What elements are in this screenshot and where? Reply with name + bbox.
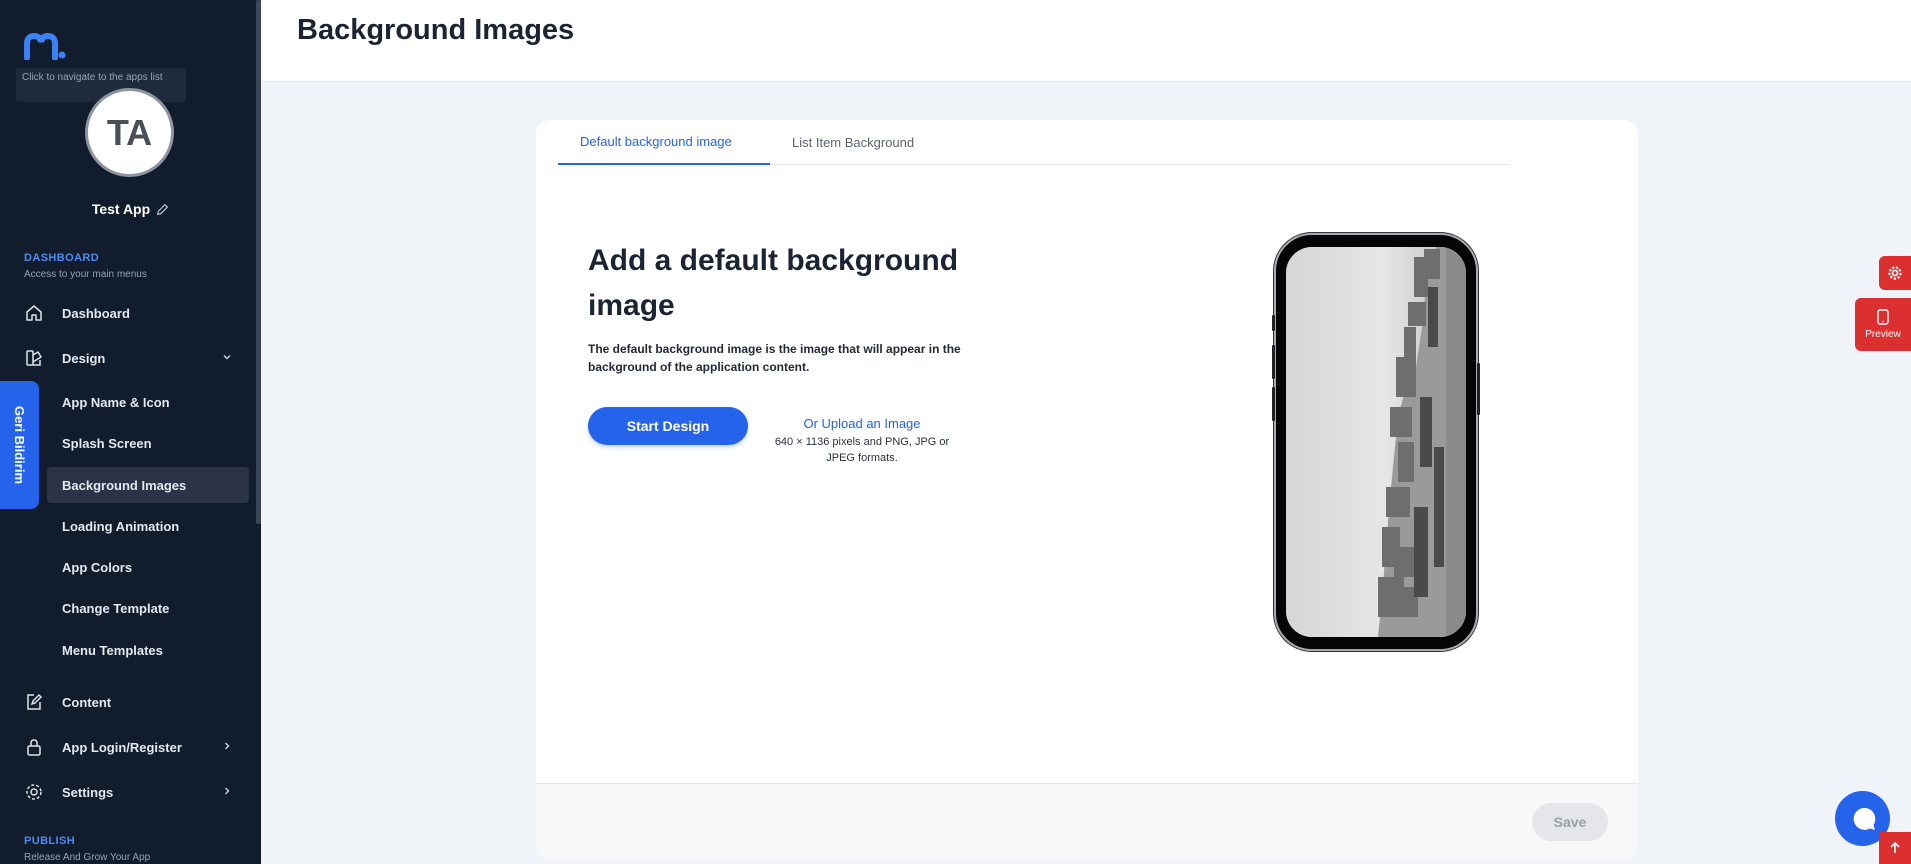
app-name-row[interactable]: Test App (0, 201, 261, 217)
tab-default-background[interactable]: Default background image (558, 120, 770, 165)
upload-block: Or Upload an Image 640 × 1136 pixels and… (772, 416, 952, 466)
feedback-label: Geri Bildirim (12, 405, 27, 485)
preview-background-image (1286, 247, 1466, 637)
save-button[interactable]: Save (1532, 803, 1608, 841)
upload-image-link[interactable]: Or Upload an Image (772, 416, 952, 431)
app-avatar[interactable]: TA (85, 88, 174, 177)
settings-float-button[interactable] (1879, 256, 1911, 290)
preview-button[interactable]: Preview (1855, 298, 1911, 351)
sidebar-item-design[interactable]: Design (14, 339, 249, 377)
gear-icon (24, 782, 44, 802)
sidebar-subitem-app-colors[interactable]: App Colors (47, 549, 249, 585)
app-logo-icon[interactable] (24, 32, 66, 60)
tab-list-item-background[interactable]: List Item Background (770, 120, 936, 165)
app-name: Test App (91, 201, 151, 217)
sidebar-subitem-app-name-icon[interactable]: App Name & Icon (47, 384, 249, 420)
phone-preview (1272, 233, 1480, 651)
sidebar-item-label: Settings (62, 784, 114, 800)
card-footer: Save (536, 783, 1638, 860)
page-title: Background Images (297, 14, 575, 46)
sidebar: Click to navigate to the apps list TA Te… (0, 0, 261, 864)
sidebar-subitem-menu-templates[interactable]: Menu Templates (47, 632, 249, 668)
publish-section-subtitle: Release And Grow Your App (24, 852, 151, 863)
publish-section-title: PUBLISH (24, 835, 76, 847)
background-card: Default background image List Item Backg… (536, 120, 1638, 860)
chevron-right-icon (225, 742, 230, 750)
section-heading: Add a default background image (588, 244, 959, 322)
dashboard-section-subtitle: Access to your main menus (24, 269, 147, 280)
lock-icon (24, 737, 44, 757)
gear-icon (1888, 266, 1902, 280)
section-description: The default background image is the imag… (588, 342, 961, 374)
sidebar-item-login-register[interactable]: App Login/Register (14, 728, 249, 766)
tab-bar: Default background image List Item Backg… (558, 120, 1510, 165)
chevron-right-icon (225, 787, 230, 795)
chat-bubble-icon (1853, 807, 1875, 830)
mobile-phone-icon (1877, 309, 1889, 325)
sidebar-subitem-loading-animation[interactable]: Loading Animation (47, 508, 249, 544)
feedback-tab[interactable]: Geri Bildirim (0, 381, 39, 509)
sidebar-item-settings[interactable]: Settings (14, 773, 249, 811)
edit-square-icon (24, 692, 44, 712)
sidebar-item-content[interactable]: Content (14, 683, 249, 721)
city-skyline-image (1286, 247, 1466, 637)
sidebar-item-label: Design (62, 350, 106, 366)
scroll-to-top-button[interactable] (1879, 832, 1911, 864)
preview-label: Preview (1865, 329, 1901, 340)
home-icon (24, 303, 44, 323)
upload-requirements: 640 × 1136 pixels and PNG, JPG or JPEG f… (774, 436, 950, 464)
dashboard-section-title: DASHBOARD (24, 252, 100, 264)
sidebar-item-label: App Login/Register (62, 739, 182, 755)
sidebar-item-label: Dashboard (62, 305, 130, 321)
edit-icon[interactable] (156, 203, 169, 216)
start-design-button[interactable]: Start Design (588, 407, 748, 445)
sidebar-item-label: Content (62, 694, 112, 710)
palette-icon (24, 348, 44, 368)
sidebar-subitem-splash-screen[interactable]: Splash Screen (47, 425, 249, 461)
sidebar-subitem-background-images[interactable]: Background Images (47, 467, 249, 503)
chevron-down-icon (223, 355, 231, 360)
arrow-up-icon (1890, 841, 1900, 853)
sidebar-subitem-change-template[interactable]: Change Template (47, 590, 249, 626)
sidebar-item-dashboard[interactable]: Dashboard (14, 294, 249, 332)
